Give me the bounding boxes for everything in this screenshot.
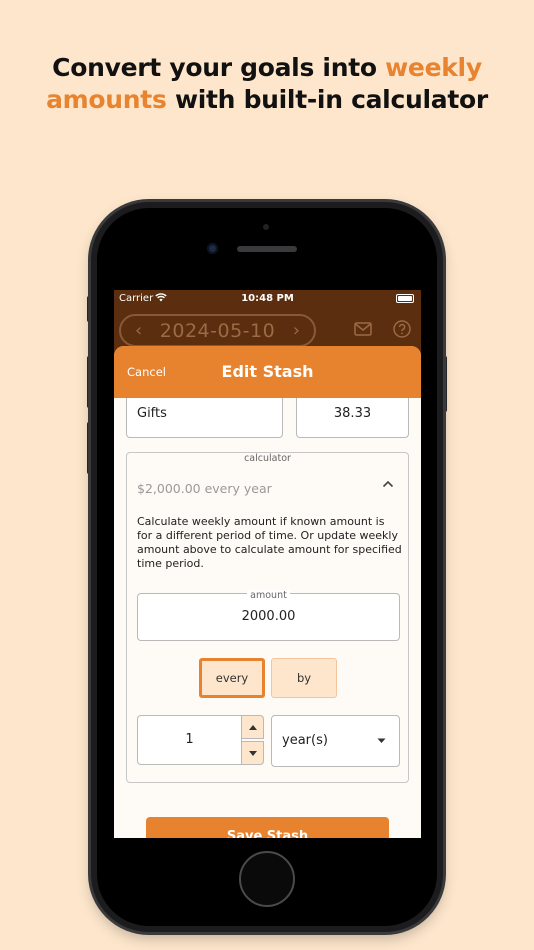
weekly-amount-field[interactable]: 38.33 <box>296 396 409 438</box>
period-unit-select[interactable]: year(s) <box>271 715 400 767</box>
current-date: 2024-05-10 <box>159 319 276 342</box>
mail-icon[interactable] <box>354 322 372 336</box>
home-button[interactable] <box>239 851 295 907</box>
caret-down-icon <box>377 738 386 743</box>
headline-line-2: amounts with built-in calculator <box>46 85 488 114</box>
save-stash-button[interactable]: Save Stash <box>146 817 389 838</box>
earpiece-speaker <box>237 246 297 252</box>
date-selector[interactable]: ‹ 2024-05-10 › <box>119 314 316 347</box>
calculator-panel: calculator $2,000.00 every year Calculat… <box>126 452 409 783</box>
decrement-button[interactable] <box>241 741 264 765</box>
sheet-header: Cancel Edit Stash <box>114 346 421 398</box>
headline: Convert your goals into weekly amounts w… <box>0 52 534 116</box>
status-bar: Carrier 10:48 PM <box>114 290 421 308</box>
amount-label: amount <box>138 587 399 602</box>
proximity-sensor <box>263 224 269 230</box>
calculator-legend: calculator <box>127 446 408 465</box>
chevron-up-icon[interactable] <box>382 480 394 488</box>
next-date-button[interactable]: › <box>293 320 300 341</box>
battery-icon <box>396 294 414 303</box>
triangle-up-icon <box>249 725 257 730</box>
edit-stash-sheet: Gifts 38.33 Cancel Edit Stash calculator… <box>114 346 421 838</box>
calculator-summary[interactable]: $2,000.00 every year <box>137 481 272 496</box>
calculator-description: Calculate weekly amount if known amount … <box>137 515 402 570</box>
app-screen: Carrier 10:48 PM ‹ 2024-05-10 › Gifts 38… <box>114 290 421 838</box>
clock: 10:48 PM <box>241 293 294 304</box>
front-camera <box>207 243 218 254</box>
every-toggle-button[interactable]: every <box>199 658 265 698</box>
calculator-amount-field[interactable]: amount 2000.00 <box>137 590 400 641</box>
triangle-down-icon <box>249 751 257 756</box>
stash-name-field[interactable]: Gifts <box>126 396 283 438</box>
increment-button[interactable] <box>241 715 264 739</box>
power-button <box>443 356 447 412</box>
headline-line-1: Convert your goals into weekly <box>52 53 482 82</box>
period-count-field[interactable]: 1 <box>137 715 242 765</box>
sheet-title: Edit Stash <box>221 362 314 381</box>
help-icon[interactable] <box>393 320 411 338</box>
amount-value: 2000.00 <box>241 609 296 624</box>
by-toggle-button[interactable]: by <box>271 658 337 698</box>
previous-date-button[interactable]: ‹ <box>135 320 142 341</box>
period-unit-value: year(s) <box>282 733 328 748</box>
